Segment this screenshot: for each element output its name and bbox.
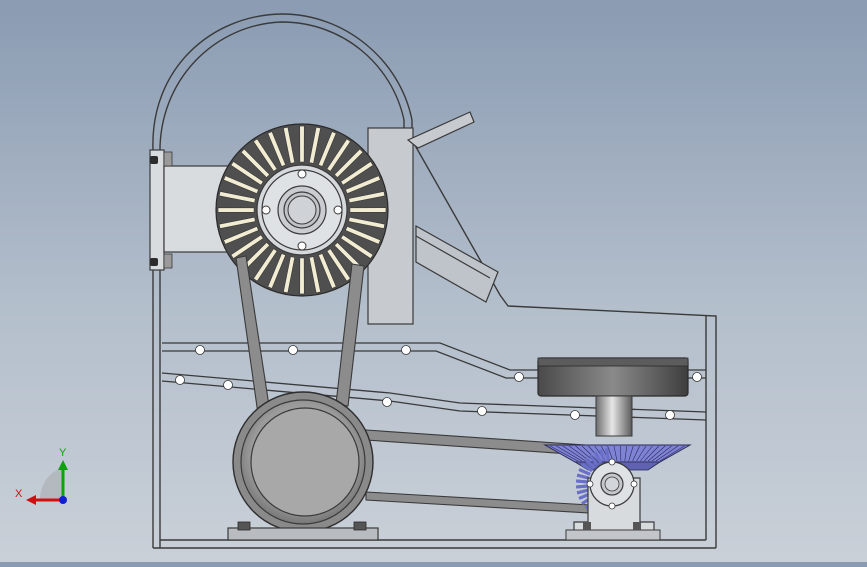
machine-drawing: Y X <box>15 13 717 549</box>
rotor-blade-slot <box>217 207 255 213</box>
rotor-shaft <box>261 169 343 251</box>
motor-pulley <box>232 391 374 533</box>
pinion-tooth <box>604 448 610 461</box>
rotor-blade-slot <box>299 257 305 295</box>
turntable <box>537 357 689 437</box>
rotor-blade-slot <box>299 125 305 163</box>
pinion-tooth <box>575 479 589 484</box>
cad-viewport[interactable]: Y X <box>0 0 867 562</box>
pinion-tooth <box>576 473 590 480</box>
feed-chute <box>415 224 499 303</box>
pinion-tooth <box>576 488 590 495</box>
x-axis-label: X <box>15 488 23 500</box>
z-axis-dot <box>59 496 67 504</box>
coordinate-triad: Y X <box>15 447 68 505</box>
pinion-tooth <box>575 484 589 489</box>
rotor-blade-slot <box>349 207 387 213</box>
y-axis-label: Y <box>59 447 67 459</box>
